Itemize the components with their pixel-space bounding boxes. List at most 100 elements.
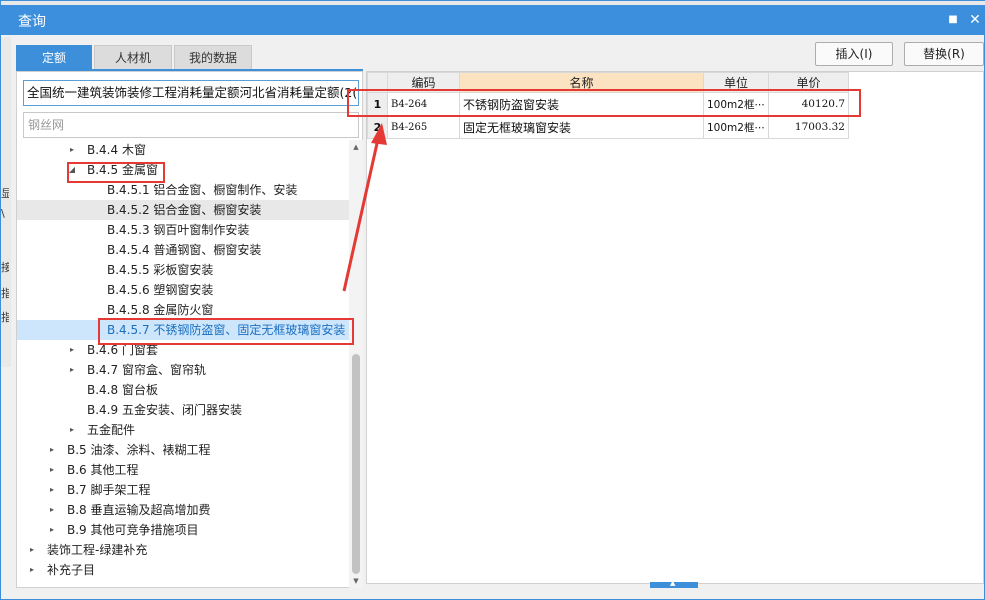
quota-database-selector[interactable]: 全国统一建筑装饰装修工程消耗量定额河北省消耗量定额(2(: [23, 80, 359, 106]
tree-node-label: B.4.5.8 金属防火窗: [107, 303, 214, 317]
quota-unit: 100m2框⋯: [703, 92, 769, 116]
tree-node-b8[interactable]: ▸ B.8 垂直运输及超高增加费: [17, 500, 349, 520]
insert-button[interactable]: 插入(I): [815, 42, 893, 66]
column-header-name[interactable]: 名称: [459, 72, 704, 93]
dialog-title: 查询: [18, 14, 46, 30]
tab-my-data[interactable]: 我的数据: [174, 45, 252, 69]
tree-node-b4-5-7[interactable]: B.4.5.7 不锈钢防盗窗、固定无框玻璃窗安装: [17, 320, 349, 340]
quota-results-grid: 编码 名称 单位 单价 1 B4-264 不锈钢防盗窗安装 100m2框⋯ 40…: [367, 72, 849, 139]
expand-arrow-icon[interactable]: ▸: [67, 140, 77, 160]
quota-code: B4-264: [387, 92, 460, 116]
table-row[interactable]: 2 B4-265 固定无框玻璃窗安装 100m2框⋯ 17003.32: [367, 115, 849, 139]
tree-node-label: B.4.5.1 铝合金窗、橱窗制作、安装: [107, 183, 298, 197]
quota-unit: 100m2框⋯: [703, 115, 769, 139]
tree-node-b9[interactable]: ▸ B.9 其他可竞争措施项目: [17, 520, 349, 540]
scroll-down-icon[interactable]: ▼: [349, 574, 363, 588]
tree-node-label: B.4.8 窗台板: [87, 383, 158, 397]
tree-node-b7[interactable]: ▸ B.7 脚手架工程: [17, 480, 349, 500]
tree-node-b4-5-5[interactable]: B.4.5.5 彩板窗安装: [17, 260, 349, 280]
tree-node-hardware[interactable]: ▸ 五金配件: [17, 420, 349, 440]
query-dialog: 显 \ 接 指 指 查询 ■ ✕ 定额 人材机 我的数据 插入(I) 替换(R)…: [0, 0, 985, 600]
tree-node-b4-4[interactable]: ▸ B.4.4 木窗: [17, 140, 349, 160]
tree-node-label: B.4.4 木窗: [87, 143, 146, 157]
tree-node-decoration-green-supplement[interactable]: ▸ 装饰工程-绿建补充: [17, 540, 349, 560]
tree-node-b4-5-1[interactable]: B.4.5.1 铝合金窗、橱窗制作、安装: [17, 180, 349, 200]
expand-arrow-icon[interactable]: ▸: [67, 340, 77, 360]
tree-node-label: B.4.5.4 普通钢窗、橱窗安装: [107, 243, 262, 257]
tab-quota[interactable]: 定额: [16, 45, 92, 69]
tree-node-b4-6[interactable]: ▸ B.4.6 门窗套: [17, 340, 349, 360]
tree-node-b4-7[interactable]: ▸ B.4.7 窗帘盒、窗帘轨: [17, 360, 349, 380]
expand-arrow-icon[interactable]: ▸: [67, 360, 77, 380]
tree-node-label: B.4.5.6 塑钢窗安装: [107, 283, 214, 297]
tree-node-label: 补充子目: [47, 563, 96, 577]
scrollbar-thumb[interactable]: [352, 354, 360, 574]
tree-node-label: 五金配件: [87, 423, 136, 437]
tree-node-label: B.4.6 门窗套: [87, 343, 158, 357]
scroll-up-icon[interactable]: ▲: [349, 140, 363, 154]
expand-arrow-icon[interactable]: ▸: [47, 440, 57, 460]
tree-node-label: B.4.5.3 钢百叶窗制作安装: [107, 223, 250, 237]
close-button[interactable]: ✕: [965, 10, 985, 30]
tree-node-label: B.8 垂直运输及超高增加费: [67, 503, 211, 517]
panel-resize-grip[interactable]: ▲: [650, 579, 698, 588]
restore-button[interactable]: ■: [943, 10, 963, 30]
dialog-titlebar: 查询 ■ ✕: [1, 5, 985, 35]
quota-code: B4-265: [387, 115, 460, 139]
row-number: 1: [367, 92, 388, 116]
grid-header-row: 编码 名称 单位 单价: [367, 72, 849, 93]
background-text-fragment: 显: [1, 187, 9, 199]
tree-scrollbar[interactable]: ▲ ▼: [349, 140, 363, 588]
quota-tree-panel: 全国统一建筑装饰装修工程消耗量定额河北省消耗量定额(2( 钢丝网 ▸ B.4.4…: [16, 71, 363, 588]
expand-arrow-icon[interactable]: ▸: [47, 460, 57, 480]
tree-node-label: B.4.5.7 不锈钢防盗窗、固定无框玻璃窗安装: [107, 323, 346, 337]
background-app-left-edge: 显 \ 接 指 指: [1, 37, 11, 367]
row-number-header: [367, 72, 388, 93]
tree-node-b4-5-4[interactable]: B.4.5.4 普通钢窗、橱窗安装: [17, 240, 349, 260]
quota-unit-price: 17003.32: [768, 115, 849, 139]
grip-arrow-icon: ▲: [670, 579, 676, 587]
quota-unit-price: 40120.7: [768, 92, 849, 116]
tree-node-b4-5-6[interactable]: B.4.5.6 塑钢窗安装: [17, 280, 349, 300]
background-text-fragment: 指: [1, 287, 9, 299]
expand-arrow-icon[interactable]: ▸: [47, 520, 57, 540]
tree-node-b5[interactable]: ▸ B.5 油漆、涂料、裱糊工程: [17, 440, 349, 460]
table-row[interactable]: 1 B4-264 不锈钢防盗窗安装 100m2框⋯ 40120.7: [367, 92, 849, 116]
tree-node-b4-5-2[interactable]: B.4.5.2 铝合金窗、橱窗安装: [17, 200, 349, 220]
search-input[interactable]: 钢丝网: [23, 112, 359, 138]
tree-node-supplementary-items[interactable]: ▸ 补充子目: [17, 560, 349, 580]
tab-labor-materials-machines[interactable]: 人材机: [94, 45, 172, 69]
quota-chapter-tree: ▸ B.4.4 木窗 ◢ B.4.5 金属窗 B.4.5.1 铝合金窗、橱窗制作…: [17, 140, 349, 588]
tree-node-b4-5-3[interactable]: B.4.5.3 钢百叶窗制作安装: [17, 220, 349, 240]
tree-node-label: B.4.5 金属窗: [87, 163, 158, 177]
expand-arrow-icon[interactable]: ▸: [27, 540, 37, 560]
quota-name: 不锈钢防盗窗安装: [459, 92, 704, 116]
tree-node-label: B.4.5.5 彩板窗安装: [107, 263, 214, 277]
expand-arrow-icon[interactable]: ▸: [27, 560, 37, 580]
expand-arrow-icon[interactable]: ▸: [47, 500, 57, 520]
background-text-fragment: 接: [1, 261, 9, 273]
expand-arrow-icon[interactable]: ▸: [67, 420, 77, 440]
column-header-unit[interactable]: 单位: [703, 72, 769, 93]
tree-node-label: B.4.9 五金安装、闭门器安装: [87, 403, 242, 417]
tree-node-label: B.9 其他可竞争措施项目: [67, 523, 199, 537]
column-header-code[interactable]: 编码: [387, 72, 460, 93]
tree-node-b6[interactable]: ▸ B.6 其他工程: [17, 460, 349, 480]
row-number: 2: [367, 115, 388, 139]
background-text-fragment: 指: [1, 311, 9, 323]
tree-node-label: B.7 脚手架工程: [67, 483, 151, 497]
quota-name: 固定无框玻璃窗安装: [459, 115, 704, 139]
tree-node-b4-5[interactable]: ◢ B.4.5 金属窗: [17, 160, 349, 180]
tree-node-b4-9[interactable]: B.4.9 五金安装、闭门器安装: [17, 400, 349, 420]
tree-node-b4-8[interactable]: B.4.8 窗台板: [17, 380, 349, 400]
collapse-arrow-icon[interactable]: ◢: [67, 160, 77, 180]
tree-node-label: 装饰工程-绿建补充: [47, 543, 148, 557]
column-header-unit-price[interactable]: 单价: [768, 72, 849, 93]
tree-node-b4-5-8[interactable]: B.4.5.8 金属防火窗: [17, 300, 349, 320]
background-text-fragment: \: [1, 207, 5, 220]
tree-node-label: B.5 油漆、涂料、裱糊工程: [67, 443, 211, 457]
tree-node-label: B.4.5.2 铝合金窗、橱窗安装: [107, 203, 262, 217]
replace-button[interactable]: 替换(R): [904, 42, 984, 66]
expand-arrow-icon[interactable]: ▸: [47, 480, 57, 500]
tree-node-label: B.4.7 窗帘盒、窗帘轨: [87, 363, 206, 377]
